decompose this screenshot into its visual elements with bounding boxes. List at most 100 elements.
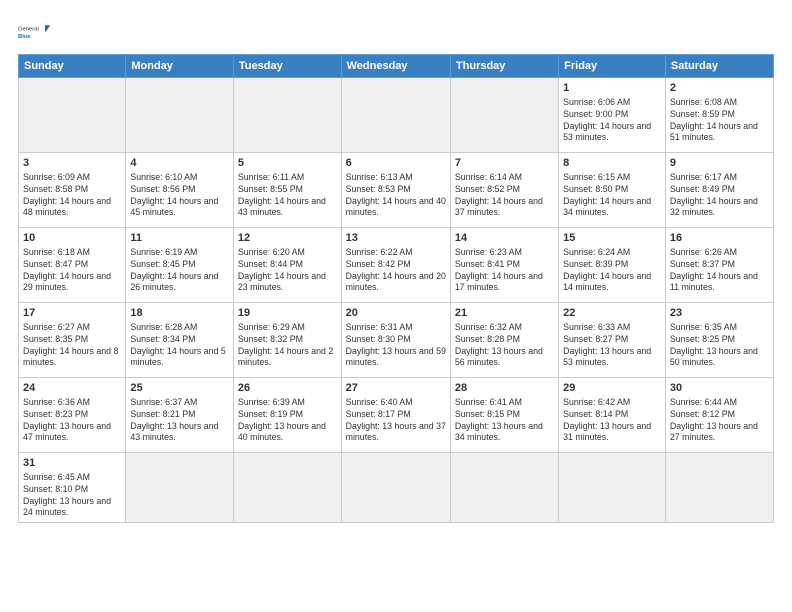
calendar-day-cell: 5Sunrise: 6:11 AMSunset: 8:55 PMDaylight…	[233, 153, 341, 228]
calendar-day-cell: 8Sunrise: 6:15 AMSunset: 8:50 PMDaylight…	[559, 153, 666, 228]
day-info: Sunrise: 6:11 AMSunset: 8:55 PMDaylight:…	[238, 172, 337, 220]
calendar-day-cell: 15Sunrise: 6:24 AMSunset: 8:39 PMDayligh…	[559, 228, 666, 303]
day-info: Sunrise: 6:44 AMSunset: 8:12 PMDaylight:…	[670, 397, 769, 445]
calendar-day-cell: 24Sunrise: 6:36 AMSunset: 8:23 PMDayligh…	[19, 378, 126, 453]
day-number: 21	[455, 306, 554, 321]
calendar-day-cell	[233, 78, 341, 153]
calendar-day-cell	[341, 78, 450, 153]
calendar-day-cell: 12Sunrise: 6:20 AMSunset: 8:44 PMDayligh…	[233, 228, 341, 303]
calendar-day-cell	[665, 453, 773, 523]
calendar-day-cell: 22Sunrise: 6:33 AMSunset: 8:27 PMDayligh…	[559, 303, 666, 378]
day-info: Sunrise: 6:31 AMSunset: 8:30 PMDaylight:…	[346, 322, 446, 370]
day-info: Sunrise: 6:17 AMSunset: 8:49 PMDaylight:…	[670, 172, 769, 220]
day-number: 24	[23, 381, 121, 396]
day-number: 26	[238, 381, 337, 396]
day-number: 10	[23, 231, 121, 246]
weekday-header-row: SundayMondayTuesdayWednesdayThursdayFrid…	[19, 55, 774, 78]
day-number: 22	[563, 306, 661, 321]
calendar-day-cell: 10Sunrise: 6:18 AMSunset: 8:47 PMDayligh…	[19, 228, 126, 303]
svg-text:Blue: Blue	[18, 34, 31, 40]
calendar-day-cell	[19, 78, 126, 153]
day-info: Sunrise: 6:24 AMSunset: 8:39 PMDaylight:…	[563, 247, 661, 295]
day-number: 13	[346, 231, 446, 246]
calendar-day-cell: 7Sunrise: 6:14 AMSunset: 8:52 PMDaylight…	[450, 153, 558, 228]
day-number: 5	[238, 156, 337, 171]
calendar-day-cell: 14Sunrise: 6:23 AMSunset: 8:41 PMDayligh…	[450, 228, 558, 303]
weekday-header-monday: Monday	[126, 55, 234, 78]
day-number: 30	[670, 381, 769, 396]
calendar-week-row: 10Sunrise: 6:18 AMSunset: 8:47 PMDayligh…	[19, 228, 774, 303]
calendar-day-cell	[450, 453, 558, 523]
header: GeneralBlue	[18, 18, 774, 46]
day-info: Sunrise: 6:20 AMSunset: 8:44 PMDaylight:…	[238, 247, 337, 295]
day-info: Sunrise: 6:14 AMSunset: 8:52 PMDaylight:…	[455, 172, 554, 220]
day-info: Sunrise: 6:41 AMSunset: 8:15 PMDaylight:…	[455, 397, 554, 445]
calendar-week-row: 17Sunrise: 6:27 AMSunset: 8:35 PMDayligh…	[19, 303, 774, 378]
calendar-day-cell: 25Sunrise: 6:37 AMSunset: 8:21 PMDayligh…	[126, 378, 234, 453]
day-info: Sunrise: 6:45 AMSunset: 8:10 PMDaylight:…	[23, 472, 121, 520]
svg-text:General: General	[18, 27, 39, 33]
calendar-week-row: 31Sunrise: 6:45 AMSunset: 8:10 PMDayligh…	[19, 453, 774, 523]
day-info: Sunrise: 6:40 AMSunset: 8:17 PMDaylight:…	[346, 397, 446, 445]
calendar-day-cell	[341, 453, 450, 523]
day-number: 17	[23, 306, 121, 321]
weekday-header-wednesday: Wednesday	[341, 55, 450, 78]
logo: GeneralBlue	[18, 18, 54, 46]
day-info: Sunrise: 6:08 AMSunset: 8:59 PMDaylight:…	[670, 97, 769, 145]
day-number: 23	[670, 306, 769, 321]
day-info: Sunrise: 6:10 AMSunset: 8:56 PMDaylight:…	[130, 172, 229, 220]
day-number: 15	[563, 231, 661, 246]
day-info: Sunrise: 6:23 AMSunset: 8:41 PMDaylight:…	[455, 247, 554, 295]
day-number: 27	[346, 381, 446, 396]
weekday-header-thursday: Thursday	[450, 55, 558, 78]
day-number: 16	[670, 231, 769, 246]
calendar-day-cell	[450, 78, 558, 153]
calendar-day-cell: 11Sunrise: 6:19 AMSunset: 8:45 PMDayligh…	[126, 228, 234, 303]
calendar-day-cell	[126, 453, 234, 523]
day-info: Sunrise: 6:09 AMSunset: 8:58 PMDaylight:…	[23, 172, 121, 220]
day-info: Sunrise: 6:37 AMSunset: 8:21 PMDaylight:…	[130, 397, 229, 445]
day-number: 11	[130, 231, 229, 246]
day-info: Sunrise: 6:13 AMSunset: 8:53 PMDaylight:…	[346, 172, 446, 220]
calendar-day-cell: 18Sunrise: 6:28 AMSunset: 8:34 PMDayligh…	[126, 303, 234, 378]
calendar-table: SundayMondayTuesdayWednesdayThursdayFrid…	[18, 54, 774, 523]
calendar-day-cell: 26Sunrise: 6:39 AMSunset: 8:19 PMDayligh…	[233, 378, 341, 453]
day-number: 8	[563, 156, 661, 171]
day-number: 25	[130, 381, 229, 396]
page: GeneralBlue SundayMondayTuesdayWednesday…	[0, 0, 792, 612]
calendar-week-row: 24Sunrise: 6:36 AMSunset: 8:23 PMDayligh…	[19, 378, 774, 453]
calendar-day-cell: 27Sunrise: 6:40 AMSunset: 8:17 PMDayligh…	[341, 378, 450, 453]
calendar-day-cell	[233, 453, 341, 523]
calendar-day-cell: 4Sunrise: 6:10 AMSunset: 8:56 PMDaylight…	[126, 153, 234, 228]
calendar-day-cell: 6Sunrise: 6:13 AMSunset: 8:53 PMDaylight…	[341, 153, 450, 228]
day-number: 29	[563, 381, 661, 396]
calendar-day-cell: 17Sunrise: 6:27 AMSunset: 8:35 PMDayligh…	[19, 303, 126, 378]
calendar-day-cell: 3Sunrise: 6:09 AMSunset: 8:58 PMDaylight…	[19, 153, 126, 228]
day-number: 3	[23, 156, 121, 171]
day-info: Sunrise: 6:28 AMSunset: 8:34 PMDaylight:…	[130, 322, 229, 370]
day-number: 2	[670, 81, 769, 96]
day-info: Sunrise: 6:19 AMSunset: 8:45 PMDaylight:…	[130, 247, 229, 295]
calendar-day-cell	[126, 78, 234, 153]
calendar-day-cell: 23Sunrise: 6:35 AMSunset: 8:25 PMDayligh…	[665, 303, 773, 378]
day-info: Sunrise: 6:29 AMSunset: 8:32 PMDaylight:…	[238, 322, 337, 370]
weekday-header-friday: Friday	[559, 55, 666, 78]
calendar-day-cell: 1Sunrise: 6:06 AMSunset: 9:00 PMDaylight…	[559, 78, 666, 153]
calendar-day-cell: 29Sunrise: 6:42 AMSunset: 8:14 PMDayligh…	[559, 378, 666, 453]
calendar-day-cell: 30Sunrise: 6:44 AMSunset: 8:12 PMDayligh…	[665, 378, 773, 453]
day-number: 9	[670, 156, 769, 171]
weekday-header-saturday: Saturday	[665, 55, 773, 78]
calendar-day-cell: 13Sunrise: 6:22 AMSunset: 8:42 PMDayligh…	[341, 228, 450, 303]
calendar-day-cell: 20Sunrise: 6:31 AMSunset: 8:30 PMDayligh…	[341, 303, 450, 378]
day-number: 6	[346, 156, 446, 171]
calendar-header: SundayMondayTuesdayWednesdayThursdayFrid…	[19, 55, 774, 78]
day-number: 1	[563, 81, 661, 96]
day-number: 14	[455, 231, 554, 246]
day-number: 20	[346, 306, 446, 321]
day-number: 7	[455, 156, 554, 171]
calendar-day-cell: 2Sunrise: 6:08 AMSunset: 8:59 PMDaylight…	[665, 78, 773, 153]
calendar-day-cell: 16Sunrise: 6:26 AMSunset: 8:37 PMDayligh…	[665, 228, 773, 303]
day-number: 19	[238, 306, 337, 321]
day-info: Sunrise: 6:42 AMSunset: 8:14 PMDaylight:…	[563, 397, 661, 445]
day-number: 28	[455, 381, 554, 396]
